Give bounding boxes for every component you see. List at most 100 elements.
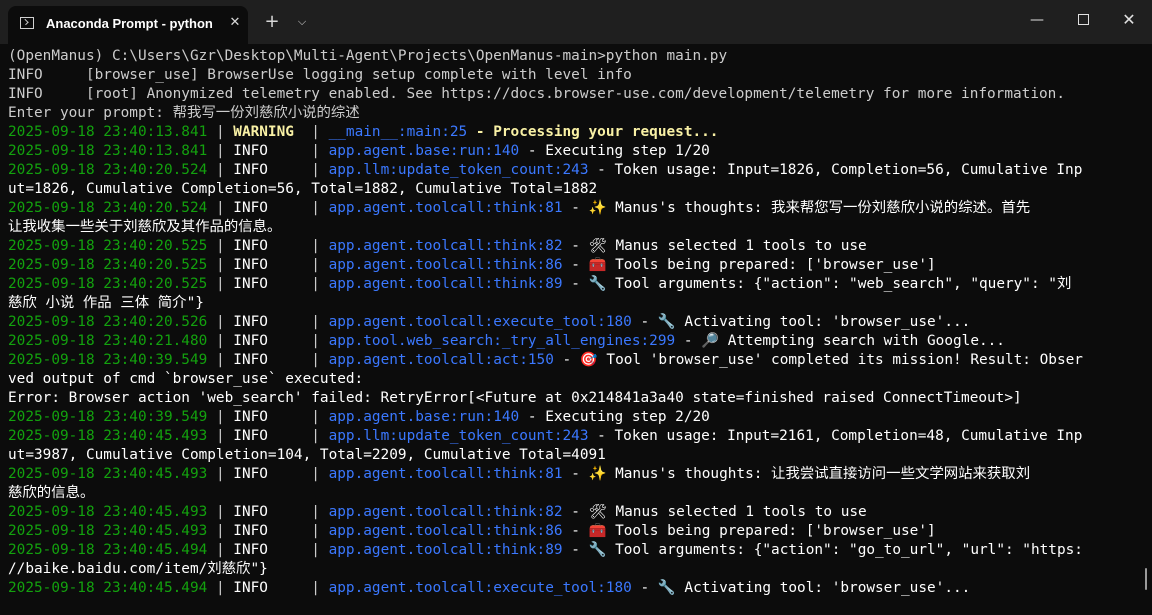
minimize-button[interactable]: — bbox=[1014, 0, 1060, 40]
terminal-segment: | bbox=[302, 276, 329, 292]
terminal-tab[interactable]: Anaconda Prompt - python m ✕ bbox=[8, 6, 248, 44]
terminal-segment: app.agent.toolcall:think:86 bbox=[328, 257, 563, 273]
terminal-segment: ut=3987, Cumulative Completion=104, Tota… bbox=[8, 447, 606, 463]
terminal-line: 2025-09-18 23:40:39.549 | INFO | app.age… bbox=[8, 408, 1138, 427]
terminal-segment: 慈欣的信息。 bbox=[8, 485, 95, 501]
terminal-segment: 2025-09-18 23:40:20.525 bbox=[8, 276, 208, 292]
terminal-line: 2025-09-18 23:40:20.525 | INFO | app.age… bbox=[8, 275, 1138, 294]
terminal-segment: INFO bbox=[233, 580, 303, 596]
terminal-segment: | bbox=[302, 352, 329, 368]
terminal-segment: Enter your prompt: 帮我写一份刘慈欣小说的综述 bbox=[8, 105, 360, 121]
terminal-segment: | bbox=[302, 580, 329, 596]
terminal-segment: INFO bbox=[233, 523, 303, 539]
terminal-segment: | bbox=[302, 466, 329, 482]
terminal-segment: | bbox=[207, 409, 234, 425]
terminal-segment: - 🔧 Activating tool: 'browser_use'... bbox=[631, 314, 971, 330]
terminal-segment: | bbox=[302, 409, 329, 425]
terminal-segment: 2025-09-18 23:40:13.841 bbox=[8, 143, 208, 159]
terminal-line: (OpenManus) C:\Users\Gzr\Desktop\Multi-A… bbox=[8, 47, 1138, 66]
terminal-segment: (OpenManus) C:\Users\Gzr\Desktop\Multi-A… bbox=[8, 48, 728, 64]
terminal-segment: 慈欣 小说 作品 三体 简介"} bbox=[8, 295, 204, 311]
terminal-line: 2025-09-18 23:40:45.493 | INFO | app.age… bbox=[8, 465, 1138, 484]
terminal-segment: - Processing your request... bbox=[467, 124, 719, 140]
tab-title: Anaconda Prompt - python m bbox=[46, 16, 216, 31]
terminal-segment: | bbox=[207, 580, 234, 596]
terminal-segment: INFO bbox=[233, 143, 303, 159]
terminal-segment: - Token usage: Input=2161, Completion=48… bbox=[588, 428, 1083, 444]
scrollbar-thumb[interactable] bbox=[1145, 568, 1147, 590]
terminal-segment: WARNING bbox=[233, 124, 303, 140]
terminal-segment: | bbox=[207, 257, 234, 273]
terminal-segment: - 🛠 Manus selected 1 tools to use bbox=[562, 504, 867, 520]
maximize-button[interactable] bbox=[1060, 0, 1106, 40]
terminal-segment: | bbox=[207, 200, 234, 216]
terminal-segment: | bbox=[207, 428, 234, 444]
terminal-segment: - 🛠 Manus selected 1 tools to use bbox=[562, 238, 867, 254]
terminal-line: 2025-09-18 23:40:45.493 | INFO | app.age… bbox=[8, 503, 1138, 522]
terminal-segment: app.agent.toolcall:think:81 bbox=[328, 466, 563, 482]
terminal-segment: | bbox=[207, 523, 234, 539]
terminal-segment: | bbox=[207, 162, 234, 178]
terminal-segment: 2025-09-18 23:40:45.494 bbox=[8, 542, 208, 558]
terminal-segment: app.agent.toolcall:execute_tool:180 bbox=[328, 580, 632, 596]
terminal-line: 2025-09-18 23:40:20.526 | INFO | app.age… bbox=[8, 313, 1138, 332]
terminal-segment: - 🎯 Tool 'browser_use' completed its mis… bbox=[553, 352, 1083, 368]
terminal-segment: | bbox=[302, 504, 329, 520]
terminal-segment: app.agent.toolcall:think:82 bbox=[328, 238, 563, 254]
terminal-segment: - 🧰 Tools being prepared: ['browser_use'… bbox=[562, 257, 936, 273]
terminal-segment: 2025-09-18 23:40:45.493 bbox=[8, 466, 208, 482]
terminal-segment: - 🔧 Tool arguments: {"action": "web_sear… bbox=[562, 276, 1072, 292]
terminal-segment: - 🔧 Activating tool: 'browser_use'... bbox=[631, 580, 971, 596]
terminal-segment: 2025-09-18 23:40:20.525 bbox=[8, 257, 208, 273]
terminal-line: 2025-09-18 23:40:45.494 | INFO | app.age… bbox=[8, 541, 1138, 560]
maximize-icon bbox=[1077, 13, 1089, 25]
terminal-line: ut=1826, Cumulative Completion=56, Total… bbox=[8, 180, 1138, 199]
terminal-segment: app.agent.base:run:140 bbox=[328, 143, 520, 159]
terminal-segment: ut=1826, Cumulative Completion=56, Total… bbox=[8, 181, 598, 197]
terminal-line: 2025-09-18 23:40:45.494 | INFO | app.age… bbox=[8, 579, 1138, 598]
terminal-segment: app.agent.toolcall:think:81 bbox=[328, 200, 563, 216]
terminal-segment: INFO bbox=[233, 409, 303, 425]
terminal-segment: app.agent.toolcall:think:86 bbox=[328, 523, 563, 539]
terminal-segment: INFO bbox=[233, 466, 303, 482]
terminal-segment: | bbox=[207, 143, 234, 159]
terminal-segment: INFO bbox=[233, 504, 303, 520]
terminal-segment: | bbox=[302, 314, 329, 330]
terminal-segment: INFO bbox=[233, 314, 303, 330]
terminal-segment: INFO bbox=[233, 162, 303, 178]
terminal-line: 让我收集一些关于刘慈欣及其作品的信息。 bbox=[8, 218, 1138, 237]
terminal-segment: app.agent.toolcall:act:150 bbox=[328, 352, 554, 368]
terminal-segment: 2025-09-18 23:40:20.526 bbox=[8, 314, 208, 330]
terminal-segment: 2025-09-18 23:40:45.493 bbox=[8, 504, 208, 520]
terminal-line: 2025-09-18 23:40:20.524 | INFO | app.llm… bbox=[8, 161, 1138, 180]
terminal-line: 2025-09-18 23:40:13.841 | WARNING | __ma… bbox=[8, 123, 1138, 142]
terminal-segment: app.agent.toolcall:execute_tool:180 bbox=[328, 314, 632, 330]
terminal-segment: | bbox=[302, 162, 329, 178]
terminal-output[interactable]: (OpenManus) C:\Users\Gzr\Desktop\Multi-A… bbox=[8, 47, 1138, 609]
terminal-segment: 2025-09-18 23:40:21.480 bbox=[8, 333, 208, 349]
chevron-down-icon[interactable]: ⌵ bbox=[292, 12, 312, 32]
terminal-line: 2025-09-18 23:40:39.549 | INFO | app.age… bbox=[8, 351, 1138, 370]
terminal-segment: INFO [root] Anonymized telemetry enabled… bbox=[8, 86, 1065, 102]
terminal-icon bbox=[20, 17, 34, 29]
terminal-segment: - Token usage: Input=1826, Completion=56… bbox=[588, 162, 1083, 178]
terminal-segment: app.llm:update_token_count:243 bbox=[328, 162, 589, 178]
terminal-segment: __main__:main:25 bbox=[328, 124, 468, 140]
terminal-segment: INFO [browser_use] BrowserUse logging se… bbox=[8, 67, 632, 83]
terminal-segment: app.llm:update_token_count:243 bbox=[328, 428, 589, 444]
terminal-segment: - Executing step 2/20 bbox=[519, 409, 710, 425]
close-window-button[interactable]: ✕ bbox=[1106, 0, 1152, 40]
terminal-line: Enter your prompt: 帮我写一份刘慈欣小说的综述 bbox=[8, 104, 1138, 123]
terminal-segment: | bbox=[302, 428, 329, 444]
new-tab-button[interactable]: + bbox=[262, 12, 282, 32]
terminal-segment: 2025-09-18 23:40:45.493 bbox=[8, 428, 208, 444]
terminal-line: 慈欣 小说 作品 三体 简介"} bbox=[8, 294, 1138, 313]
terminal-segment: | bbox=[207, 504, 234, 520]
terminal-segment: | bbox=[207, 238, 234, 254]
terminal-segment: | bbox=[302, 333, 329, 349]
terminal-line: 2025-09-18 23:40:45.493 | INFO | app.age… bbox=[8, 522, 1138, 541]
terminal-segment: 2025-09-18 23:40:20.524 bbox=[8, 200, 208, 216]
tab-close-icon[interactable]: ✕ bbox=[226, 14, 244, 32]
terminal-line: INFO [root] Anonymized telemetry enabled… bbox=[8, 85, 1138, 104]
terminal-line: 2025-09-18 23:40:13.841 | INFO | app.age… bbox=[8, 142, 1138, 161]
